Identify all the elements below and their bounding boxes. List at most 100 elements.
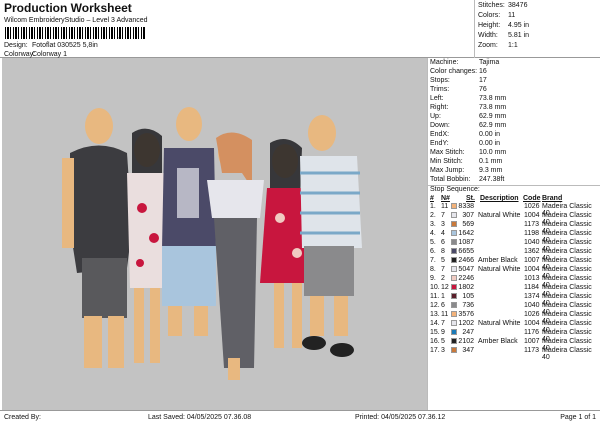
row-needle: 8 (441, 248, 445, 255)
row-number: 3. (430, 221, 436, 228)
machine-label: Max Stitch: (430, 149, 465, 156)
table-row: 8. 7 5047 Natural White 1004 Madeira Classic … (428, 266, 600, 280)
table-row: 1. 11 8338 1026 Madeira Classic 40 (428, 203, 600, 217)
row-code: 1013 (524, 275, 540, 282)
info-panel: Machine: Tajima Color changes: 16 Stops: 17 Tr… (427, 58, 600, 410)
color-swatch (451, 230, 457, 236)
machine-label: Up: (430, 113, 441, 120)
machine-value: Tajima (479, 59, 500, 66)
row-stitches: 2246 (458, 275, 474, 282)
stat-value: 11 (508, 12, 516, 19)
row-needle: 2 (441, 275, 445, 282)
row-code: 1007 (524, 257, 540, 264)
software-name: Wilcom EmbroideryStudio – Level 3 Advanc… (4, 17, 148, 24)
last-saved: Last Saved: 04/05/2025 07.36.08 (148, 414, 252, 421)
machine-label: Total Bobbin: (430, 176, 471, 183)
design-value: Fotoflat 030525 5,8in (32, 42, 98, 49)
color-swatch (451, 203, 457, 209)
stat-label: Colors: (478, 12, 501, 19)
col-code: Code (523, 195, 541, 202)
machine-value: 73.8 mm (479, 95, 507, 102)
row-number: 10. (430, 284, 440, 291)
table-row: 3. 3 569 1173 Madeira Classic 40 (428, 221, 600, 235)
row-number: 2. (430, 212, 436, 219)
color-swatch (451, 320, 457, 326)
barcode-suffix: , (118, 33, 120, 40)
table-row: 13. 11 3576 1026 Madeira Classic 40 (428, 311, 600, 325)
row-description: Natural White (478, 266, 521, 273)
row-number: 8. (430, 266, 436, 273)
machine-value: 9.3 mm (479, 167, 503, 174)
color-swatch (451, 275, 457, 281)
row-needle: 11 (441, 311, 449, 318)
color-swatch (451, 257, 457, 263)
row-description: Amber Black (478, 257, 518, 264)
worksheet-header: Production Worksheet Wilcom EmbroiderySt… (0, 0, 600, 58)
created-by: Created By: (4, 414, 41, 421)
table-row: 9. 2 2246 1013 Madeira Classic 40 (428, 275, 600, 289)
row-number: 17. (430, 347, 440, 354)
row-needle: 9 (441, 329, 445, 336)
row-needle: 5 (441, 338, 445, 345)
row-needle: 4 (441, 230, 445, 237)
row-stitches: 307 (462, 212, 474, 219)
row-number: 13. (430, 311, 440, 318)
color-swatch (451, 266, 457, 272)
col-num: # (430, 195, 434, 202)
table-row: 11. 1 105 1374 Madeira Classic 40 (428, 293, 600, 307)
stop-sequence-title: Stop Sequence: (428, 185, 600, 193)
machine-value: 76 (479, 86, 487, 93)
row-code: 1040 (524, 239, 540, 246)
page-number: Page 1 of 1 (560, 414, 596, 421)
footer: Created By: Last Saved: 04/05/2025 07.36… (0, 410, 600, 424)
row-code: 1184 (524, 284, 540, 291)
row-code: 1040 (524, 302, 540, 309)
row-number: 4. (430, 230, 436, 237)
color-swatch (451, 311, 457, 317)
row-description: Natural White (478, 212, 521, 219)
machine-label: Right: (430, 104, 449, 111)
row-needle: 11 (441, 203, 449, 210)
table-row: 7. 5 2466 Amber Black 1007 Madeira Classic 40 (428, 257, 600, 271)
stat-value: 4.95 in (508, 22, 530, 29)
color-swatch (451, 347, 457, 353)
row-needle: 7 (441, 266, 445, 273)
stat-label: Zoom: (478, 42, 498, 49)
color-swatch (451, 221, 457, 227)
machine-label: Down: (430, 122, 450, 129)
machine-label: Trims: (430, 86, 450, 93)
row-stitches: 105 (462, 293, 474, 300)
row-needle: 1 (441, 293, 445, 300)
color-swatch (451, 239, 457, 245)
design-preview (2, 58, 427, 410)
row-code: 1007 (524, 338, 540, 345)
row-code: 1374 (524, 293, 540, 300)
row-needle: 7 (441, 320, 445, 327)
row-number: 11. (430, 293, 440, 300)
colorway-value: Colorway 1 (32, 51, 68, 58)
table-row: 2. 7 307 Natural White 1004 Madeira Classic 4… (428, 212, 600, 226)
row-number: 14. (430, 320, 440, 327)
machine-label: Min Stitch: (430, 158, 463, 165)
row-code: 1198 (524, 230, 540, 237)
barcode (5, 27, 145, 39)
row-needle: 5 (441, 257, 445, 264)
row-needle: 12 (441, 284, 449, 291)
row-stitches: 5047 (458, 266, 474, 273)
row-code: 1173 (524, 221, 540, 228)
row-number: 15. (430, 329, 440, 336)
row-stitches: 2466 (458, 257, 474, 264)
col-needle: N# (441, 195, 450, 202)
row-needle: 6 (441, 302, 445, 309)
machine-label: Color changes: (430, 68, 478, 75)
table-row: 4. 4 1642 1198 Madeira Classic 40 (428, 230, 600, 244)
figure-woman-2 (127, 128, 167, 363)
row-code: 1176 (524, 329, 540, 336)
row-code: 1362 (524, 248, 540, 255)
figure-man-left (62, 108, 132, 368)
color-swatch (451, 338, 457, 344)
stat-value: 1:1 (508, 42, 518, 49)
machine-value: 0.00 in (479, 140, 501, 147)
row-number: 7. (430, 257, 436, 264)
row-stitches: 736 (462, 302, 474, 309)
